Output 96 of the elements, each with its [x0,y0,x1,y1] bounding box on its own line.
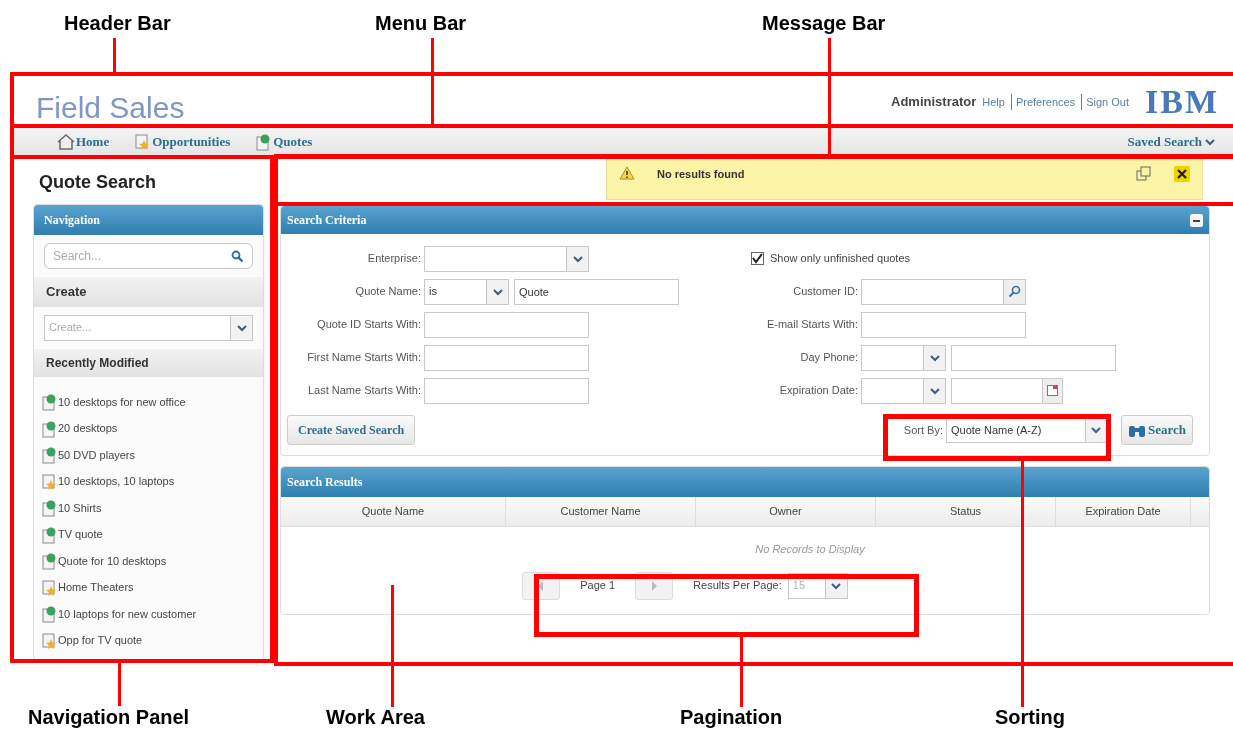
search-icon [1008,285,1021,298]
recent-item[interactable]: 10 desktops for new office [42,384,255,411]
document-globe-icon [42,447,58,464]
input-field[interactable] [861,311,1026,338]
caret-icon [929,386,940,395]
calendar-icon [1047,385,1058,396]
column-header[interactable]: Expiration Date [1056,497,1191,526]
recent-item[interactable]: Home Theaters [42,570,255,597]
recent-item[interactable]: 20 desktops [42,411,255,438]
dropdown[interactable] [861,377,946,404]
callout-label: Navigation Panel [28,705,190,730]
search-button[interactable]: Search [1120,415,1193,445]
menu-item[interactable]: Opportunities [135,132,231,152]
leader-line [113,38,116,74]
left-arrow-icon [538,580,545,591]
document-globe-icon [42,526,58,544]
callout-label: Message Bar [762,11,886,36]
recent-item[interactable]: TV quote [42,517,255,544]
caret-icon [236,323,247,332]
column-header[interactable]: Owner [696,497,876,526]
panel-header: Search Results [281,467,1209,497]
check-icon [752,253,763,264]
leader-line [118,662,121,706]
recent-item[interactable]: Opp for TV quote [42,623,255,650]
field-label: Quote ID Starts With: [316,317,421,333]
input-field[interactable] [424,344,589,371]
field-label: Expiration Date: [778,383,858,399]
caret-icon [572,254,583,263]
checkbox-label: Show only unfinished quotes [770,251,911,267]
input-field[interactable] [951,344,1116,371]
input-field[interactable] [424,377,589,404]
header-link[interactable]: Help [982,93,1005,111]
document-globe-icon [42,420,58,438]
lookup-field[interactable] [861,278,1026,305]
field-label: First Name Starts With: [306,350,421,366]
field-label: Quote Name: [354,284,421,300]
per-page-label: Results Per Page: [693,578,782,594]
close-icon[interactable] [1174,166,1190,182]
app-title: Field Sales [35,90,185,126]
dropdown[interactable]: is [424,278,509,305]
field-label: Enterprise: [366,251,421,267]
empty-message: No Records to Display [755,542,865,557]
caret-icon [929,353,940,362]
field-label: Day Phone: [799,350,858,366]
right-arrow-icon [651,580,658,591]
dropdown[interactable]: Quote Name (A-Z) [945,417,1108,443]
panel-header: Search Criteria [281,206,1209,234]
search-icon [231,249,244,263]
dropdown[interactable] [861,344,946,371]
input-field[interactable] [424,311,589,338]
document-globe-icon [42,500,58,517]
document-globe-icon [42,394,58,411]
caret-icon [831,581,842,590]
page-label: Page 1 [580,578,616,594]
document-globe-icon [42,553,58,570]
caret-icon [492,287,503,296]
callout-label: Menu Bar [375,11,467,36]
callout-label: Work Area [326,705,425,730]
recent-item[interactable]: 10 laptops for new customer [42,596,255,623]
date-field[interactable] [951,377,1063,404]
warning-icon [619,166,635,180]
field-label: Customer ID: [792,284,858,300]
menu-item[interactable]: Home [57,132,110,152]
collapse-icon[interactable] [1190,213,1203,227]
recent-item[interactable]: Quote for 10 desktops [42,543,255,570]
column-header[interactable]: Customer Name [506,497,696,526]
field-label: E-mail Starts With: [765,317,858,333]
user-name: Administrator [891,93,977,112]
recent-item[interactable]: 50 DVD players [42,437,255,464]
page-title: Quote Search [38,171,158,194]
message-text: No results found [657,167,746,182]
callout-label: Sorting [995,705,1065,730]
column-header[interactable]: Quote Name [281,497,506,526]
recent-item[interactable]: 10 desktops, 10 laptops [42,464,255,491]
sort-label: Sort By: [903,422,943,438]
section-header: Recently Modified [34,348,263,377]
create-saved-search-button[interactable]: Create Saved Search [287,415,416,445]
field-label: Last Name Starts With: [306,383,421,399]
copy-icon[interactable] [1136,166,1152,182]
section-header: Create [34,277,263,307]
header-link[interactable]: Preferences [1015,93,1076,111]
input-field[interactable]: Quote [514,278,679,305]
recent-item[interactable]: 10 Shirts [42,490,255,517]
ibm-logo: IBM [1145,85,1220,119]
header-link[interactable]: Sign Out [1086,93,1129,111]
caret-icon [1091,426,1102,434]
callout-label: Pagination [680,705,783,730]
dropdown[interactable] [424,245,589,272]
document-globe-icon [42,606,58,623]
checkbox[interactable] [751,252,764,265]
caret-icon [1205,138,1215,146]
saved-search-menu[interactable]: Saved Search [1127,132,1215,152]
callout-label: Header Bar [64,11,171,36]
house-icon [57,134,75,150]
panel-header: Navigation [34,205,263,235]
menu-item[interactable]: Quotes [256,132,313,152]
